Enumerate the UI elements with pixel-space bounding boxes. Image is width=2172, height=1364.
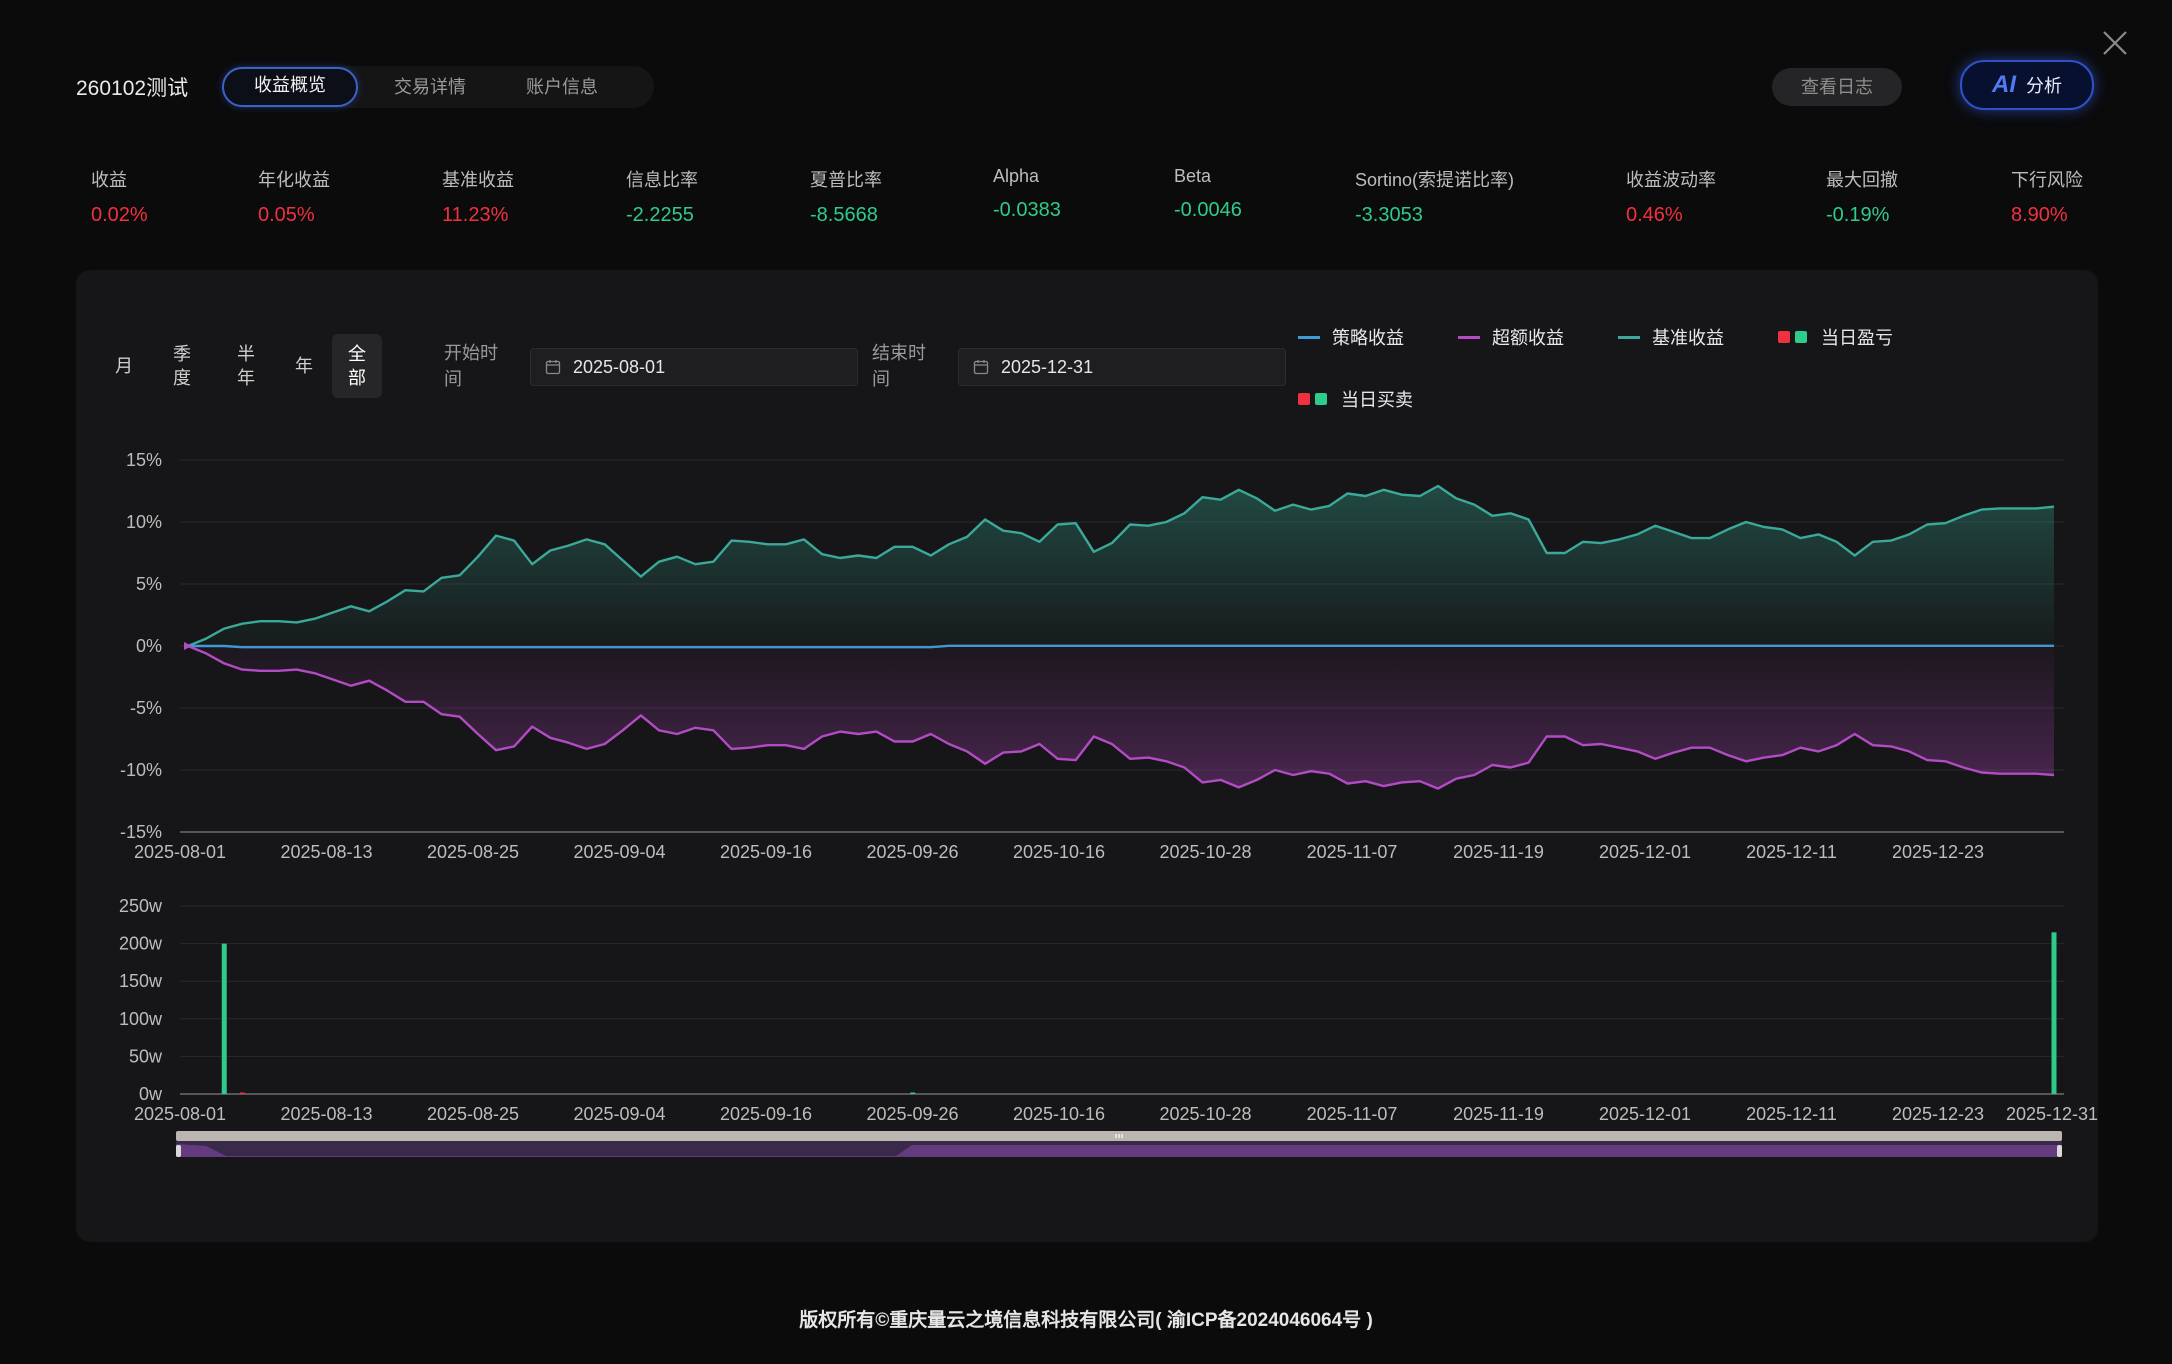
- metric-item: Sortino(索提诺比率) -3.3053: [1355, 166, 1514, 227]
- x-tick-label: 2025-09-26: [866, 1104, 958, 1124]
- x-tick-label: 2025-11-19: [1453, 842, 1544, 862]
- close-icon[interactable]: [2100, 28, 2130, 58]
- x-tick-label: 2025-09-26: [866, 842, 958, 862]
- y-tick-label: 100w: [119, 1009, 163, 1029]
- volume-bar: [2051, 932, 2057, 1094]
- view-log-button[interactable]: 查看日志: [1772, 68, 1902, 106]
- metric-value: -0.19%: [1826, 204, 1890, 226]
- x-tick-label: 2025-12-01: [1599, 842, 1691, 862]
- y-tick-label: 0w: [139, 1084, 163, 1104]
- metric-label: Beta: [1174, 166, 1212, 186]
- metric-item: Beta -0.0046: [1174, 166, 1242, 222]
- metric-item: 年化收益 0.05%: [258, 166, 330, 227]
- metric-label: 夏普比率: [810, 170, 882, 190]
- metric-item: 收益 0.02%: [91, 166, 148, 227]
- x-tick-label: 2025-11-07: [1307, 842, 1398, 862]
- metric-value: 0.02%: [91, 204, 148, 226]
- x-tick-label: 2025-12-11: [1746, 842, 1837, 862]
- ai-analysis-label: 分析: [2026, 76, 2062, 96]
- metric-value: 8.90%: [2011, 204, 2068, 226]
- y-tick-label: 5%: [136, 574, 162, 594]
- zoom-right-handle[interactable]: [2057, 1145, 2062, 1157]
- metric-item: 收益波动率 0.46%: [1626, 166, 1716, 227]
- x-tick-label: 2025-08-01: [134, 842, 226, 862]
- volume-bar: [221, 943, 227, 1094]
- volume-bar: [239, 1092, 245, 1094]
- metric-value: 11.23%: [442, 204, 509, 226]
- metric-label: 收益: [91, 170, 127, 190]
- y-tick-label: 150w: [119, 971, 163, 991]
- metric-label: Sortino(索提诺比率): [1355, 170, 1515, 190]
- copyright-footer: 版权所有©重庆量云之境信息科技有限公司( 渝ICP备2024046064号 ): [799, 1310, 1373, 1331]
- metric-label: 收益波动率: [1626, 170, 1716, 190]
- y-tick-label: -15%: [120, 822, 162, 842]
- metric-item: Alpha -0.0383: [993, 166, 1061, 222]
- x-tick-label: 2025-09-16: [720, 842, 812, 862]
- metric-item: 下行风险 8.90%: [2011, 166, 2083, 227]
- x-tick-label: 2025-12-31: [2006, 1104, 2098, 1124]
- x-tick-label: 2025-08-25: [427, 842, 519, 862]
- y-tick-label: 50w: [129, 1046, 163, 1066]
- y-tick-label: 15%: [126, 450, 162, 470]
- bar-chart: 250w 200w 150w 100w 50w 0w2025-08-01 2025-08-1…: [119, 896, 2098, 1124]
- metric-value: 0.05%: [258, 204, 315, 226]
- x-tick-label: 2025-10-16: [1013, 1104, 1105, 1124]
- metric-item: 最大回撤 -0.19%: [1826, 166, 1898, 227]
- y-tick-label: -10%: [120, 760, 162, 780]
- data-zoom-slider[interactable]: [176, 1131, 2062, 1157]
- metric-item: 基准收益 11.23%: [442, 166, 514, 227]
- x-tick-label: 2025-10-28: [1159, 1104, 1251, 1124]
- metric-item: 夏普比率 -8.5668: [810, 166, 882, 227]
- metric-label: 基准收益: [442, 170, 514, 190]
- metric-value: -2.2255: [626, 204, 694, 226]
- line-chart: 15% 10% 5% 0% -5% -10% -15%2025-08-01 2025-08-1…: [120, 450, 2064, 862]
- metric-value: -8.5668: [810, 204, 878, 226]
- returns-chart[interactable]: 15%10%5%0%-5%-10%-15%2025-08-01 2025-08-1…: [76, 270, 2098, 1242]
- x-tick-label: 2025-09-16: [720, 1104, 812, 1124]
- zoom-left-handle[interactable]: [176, 1145, 181, 1157]
- metric-label: 信息比率: [626, 170, 698, 190]
- series-area: [188, 646, 2054, 789]
- metric-label: 年化收益: [258, 170, 330, 190]
- x-tick-label: 2025-10-16: [1013, 842, 1105, 862]
- metric-value: -0.0383: [993, 199, 1061, 221]
- y-tick-label: 10%: [126, 512, 162, 532]
- tab-returns-overview[interactable]: 收益概览: [222, 67, 358, 107]
- y-tick-label: 0%: [136, 636, 162, 656]
- x-tick-label: 2025-11-07: [1307, 1104, 1398, 1124]
- x-tick-label: 2025-08-01: [134, 1104, 226, 1124]
- x-tick-label: 2025-08-25: [427, 1104, 519, 1124]
- x-tick-label: 2025-12-23: [1892, 842, 1984, 862]
- volume-bar: [910, 1092, 916, 1094]
- tab-trade-details[interactable]: 交易详情: [364, 69, 496, 105]
- x-tick-label: 2025-12-01: [1599, 1104, 1691, 1124]
- x-tick-label: 2025-09-04: [573, 842, 665, 862]
- start-marker: [184, 642, 192, 650]
- y-tick-label: 250w: [119, 896, 163, 916]
- metric-value: -3.3053: [1355, 204, 1423, 226]
- x-tick-label: 2025-10-28: [1159, 842, 1251, 862]
- x-tick-label: 2025-08-13: [280, 1104, 372, 1124]
- tab-account-info[interactable]: 账户信息: [496, 69, 628, 105]
- x-tick-label: 2025-12-11: [1746, 1104, 1837, 1124]
- metric-item: 信息比率 -2.2255: [626, 166, 698, 227]
- y-tick-label: 200w: [119, 934, 163, 954]
- metric-label: 下行风险: [2011, 170, 2083, 190]
- y-tick-label: -5%: [130, 698, 162, 718]
- tab-bar: 收益概览 交易详情 账户信息: [222, 66, 654, 108]
- x-tick-label: 2025-11-19: [1453, 1104, 1544, 1124]
- ai-analysis-button[interactable]: AI 分析: [1960, 60, 2094, 110]
- chart-panel: 月 季度 半年 年 全部 开始时间 2025-08-01 结束时间 2025-1…: [76, 270, 2098, 1242]
- metric-label: 最大回撤: [1826, 170, 1898, 190]
- strategy-title: 260102测试: [76, 77, 189, 100]
- ai-badge: AI: [1992, 71, 2016, 98]
- metric-value: 0.46%: [1626, 204, 1683, 226]
- x-tick-label: 2025-12-23: [1892, 1104, 1984, 1124]
- metric-label: Alpha: [993, 166, 1040, 186]
- x-tick-label: 2025-09-04: [573, 1104, 665, 1124]
- metric-value: -0.0046: [1174, 199, 1242, 221]
- x-tick-label: 2025-08-13: [280, 842, 372, 862]
